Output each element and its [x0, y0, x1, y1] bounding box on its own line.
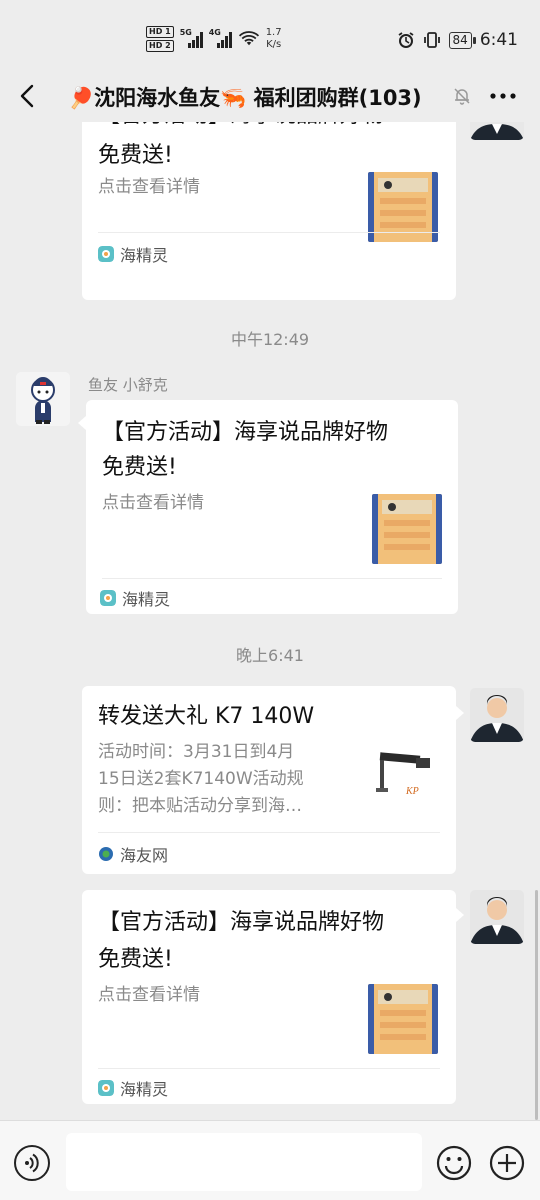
chat-link-card[interactable]: 【官方活动】海享说品牌好物 免费送! 点击查看详情 海精灵 — [86, 400, 458, 614]
message-input[interactable] — [66, 1133, 422, 1191]
card-divider — [98, 832, 440, 833]
card-title-line2: 免费送! — [98, 947, 173, 972]
chevron-left-icon[interactable] — [14, 80, 42, 112]
card-source-label: 海精灵 — [122, 590, 171, 609]
hd-indicators: HD 1 HD 2 — [146, 26, 174, 52]
avatar[interactable] — [470, 122, 524, 140]
input-bar — [0, 1120, 540, 1200]
card-title-line1: 【官方活动】海享说品牌好物 — [98, 122, 438, 132]
avatar[interactable] — [470, 688, 524, 742]
card-thumbnail: KP — [372, 746, 442, 816]
card-description-line1: 活动时间：3月31日到4月 — [98, 742, 295, 762]
sender-name: 鱼友 小舒克 — [88, 376, 168, 394]
hd2-badge: HD 2 — [146, 40, 174, 52]
battery-indicator: 84 — [448, 31, 477, 49]
card-title-line1: 【官方活动】海享说品牌好物 — [102, 420, 389, 445]
bubble-tail — [456, 908, 464, 922]
card-description: 点击查看详情 — [98, 985, 200, 1005]
status-right: 84 6:41 — [397, 30, 518, 50]
smile-icon[interactable] — [436, 1145, 472, 1181]
bell-off-icon — [454, 88, 470, 105]
chat-header: 🏓沈阳海水鱼友🦐 福利团购群(103) — [0, 70, 540, 122]
signal-5g-icon: 5G — [179, 28, 203, 48]
signal-5g-label: 5G — [179, 28, 192, 37]
card-title-line2: 免费送! — [98, 143, 173, 168]
haijingling-icon — [98, 246, 114, 262]
status-time: 6:41 — [479, 30, 518, 50]
signal-4g-icon: 4G — [208, 28, 232, 48]
svg-text:KP: KP — [405, 786, 419, 797]
card-source: 海精灵 — [98, 1076, 168, 1100]
chat-link-card[interactable]: 【官方活动】海享说品牌好物 免费送! 点击查看详情 海精灵 — [82, 890, 456, 1104]
timestamp: 晚上6:41 — [236, 646, 304, 665]
card-source-label: 海精灵 — [120, 246, 169, 265]
card-description-line2: 15日送2套K7140W活动规 — [98, 769, 304, 789]
avatar[interactable] — [16, 372, 70, 426]
speed-unit: K/s — [266, 39, 282, 50]
chat-link-card[interactable]: 【官方活动】海享说品牌好物 免费送! 点击查看详情 海精灵 — [82, 122, 456, 300]
bubble-tail — [78, 416, 86, 430]
card-thumbnail — [372, 494, 442, 564]
plus-icon[interactable] — [489, 1145, 525, 1181]
card-source-label: 海精灵 — [120, 1080, 169, 1099]
signal-4g-label: 4G — [208, 28, 221, 37]
speed-value: 1.7 — [265, 27, 282, 38]
alarm-icon — [398, 32, 414, 48]
haijingling-icon — [100, 590, 116, 606]
timestamp: 中午12:49 — [230, 330, 310, 349]
card-thumbnail — [368, 984, 438, 1054]
card-divider — [102, 578, 442, 579]
card-source-label: 海友网 — [120, 846, 169, 865]
card-description-line3: 则：把本贴活动分享到海… — [98, 796, 302, 816]
card-source: 海精灵 — [98, 242, 168, 266]
card-title: 转发送大礼 K7 140W — [98, 704, 315, 729]
chat-link-card[interactable]: 转发送大礼 K7 140W 活动时间：3月31日到4月 15日送2套K7140W… — [82, 686, 456, 874]
scrollbar[interactable] — [535, 890, 538, 1120]
card-title-line2: 免费送! — [102, 455, 177, 480]
card-source: 海友网 — [98, 842, 168, 866]
status-left: HD 1 HD 2 5G 4G 1.7 K/s — [146, 26, 282, 52]
voice-icon[interactable] — [14, 1145, 50, 1181]
status-bar: HD 1 HD 2 5G 4G 1.7 K/s 84 6:41 — [0, 0, 540, 70]
chat-title: 🏓沈阳海水鱼友🦐 福利团购群(103) — [68, 86, 422, 110]
network-speed: 1.7 K/s — [266, 27, 282, 51]
card-title-line1: 【官方活动】海享说品牌好物 — [98, 910, 385, 935]
chat-messages: 【官方活动】海享说品牌好物 免费送! 点击查看详情 海精灵 — [0, 122, 540, 1120]
card-divider — [98, 1068, 440, 1069]
card-description: 点击查看详情 — [102, 493, 204, 513]
wifi-icon — [238, 31, 259, 46]
card-description: 点击查看详情 — [98, 177, 200, 197]
card-source: 海精灵 — [100, 586, 170, 610]
vibrate-icon — [423, 32, 440, 48]
haijingling-icon — [98, 1080, 114, 1096]
card-divider — [98, 232, 440, 233]
hd1-badge: HD 1 — [146, 26, 174, 38]
haiyouwang-icon — [99, 847, 113, 861]
avatar[interactable] — [470, 890, 524, 944]
more-dots-icon[interactable] — [488, 84, 518, 108]
card-title: 【官方活动】海享说品牌好物 — [98, 122, 438, 139]
bubble-tail — [456, 706, 464, 720]
